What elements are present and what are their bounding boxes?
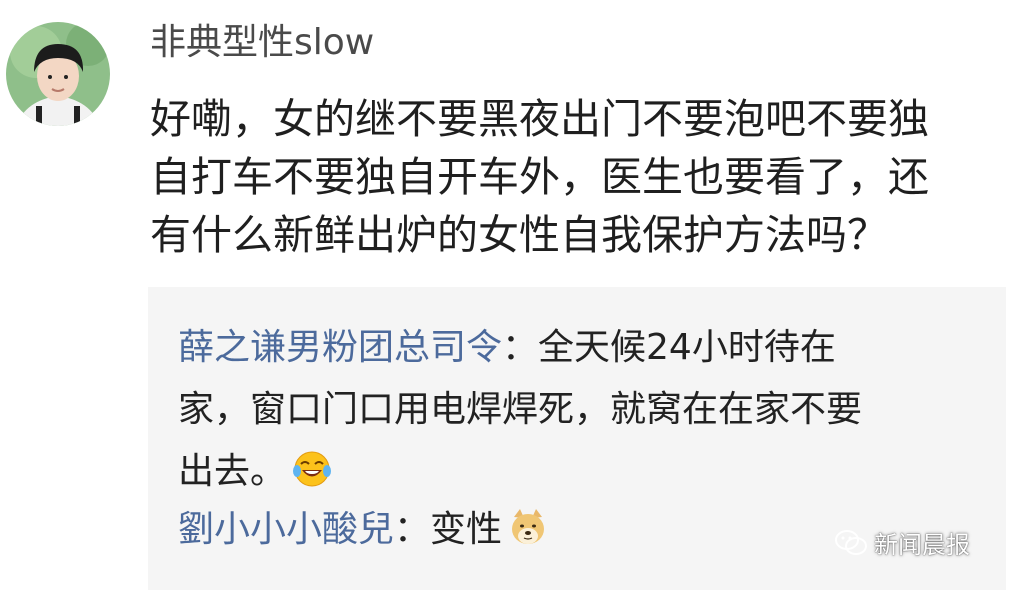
reply-line: 家，窗口门口用电焊焊死，就窝在在家不要 [178, 389, 863, 430]
doge-emoji-icon [512, 509, 545, 544]
replies-box[interactable]: 薛之谦男粉团总司令：全天候24小时待在 家，窗口门口用电焊焊死，就窝在在家不要 … [148, 287, 1006, 590]
watermark-label: 新闻晨报 [874, 531, 970, 559]
comment-line: 自打车不要独自开车外，医生也要看了，还 [150, 153, 929, 201]
comment-line: 好嘞，女的继不要黑夜出门不要泡吧不要独 [150, 95, 929, 143]
comment-text: 好嘞，女的继不要黑夜出门不要泡吧不要独 自打车不要独自开车外，医生也要看了，还 … [150, 90, 990, 264]
reply-text: 变性 [430, 509, 503, 550]
reply-separator: ： [502, 327, 539, 368]
username[interactable]: 非典型性slow [150, 18, 374, 68]
reply-item: 薛之谦男粉团总司令：全天候24小时待在 家，窗口门口用电焊焊死，就窝在在家不要 … [178, 317, 978, 503]
reply-text: 全天候24小时待在 [538, 327, 836, 368]
reply-text: 出去。 [178, 451, 287, 492]
avatar[interactable] [6, 22, 110, 126]
reply-line: 薛之谦男粉团总司令：全天候24小时待在 [178, 317, 978, 379]
comment-card: 非典型性slow 好嘞，女的继不要黑夜出门不要泡吧不要独 自打车不要独自开车外，… [0, 0, 1012, 590]
reply-author[interactable]: 薛之谦男粉团总司令 [178, 327, 502, 368]
comment-line: 有什么新鲜出炉的女性自我保护方法吗？ [150, 211, 888, 259]
avatar-image [6, 22, 110, 126]
reply-line: 出去。 [178, 441, 978, 503]
wechat-icon [835, 529, 867, 555]
reply-author[interactable]: 劉小小小酸兒 [178, 509, 394, 550]
reply-separator: ： [394, 509, 431, 550]
laughing-tears-emoji-icon [293, 451, 332, 487]
watermark: 新闻晨报 [834, 525, 970, 560]
